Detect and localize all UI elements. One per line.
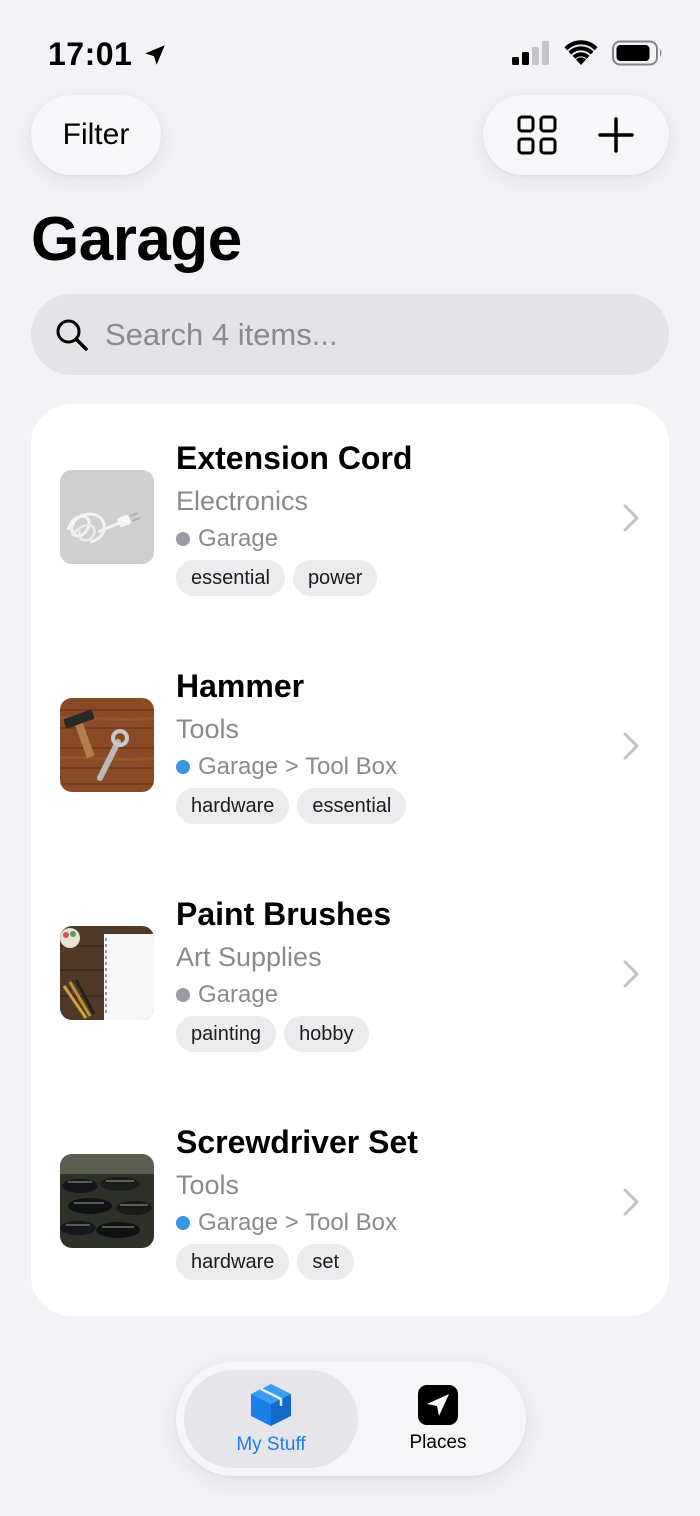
screen: 17:01 Filter Garage Search 4 items... Ex…: [0, 0, 700, 1516]
status-time-text: 17:01: [48, 36, 133, 72]
item-thumbnail-hammer: [60, 698, 154, 792]
tag: hardware: [176, 1244, 290, 1280]
item-category: Art Supplies: [176, 942, 322, 972]
item-category: Electronics: [176, 486, 309, 516]
page-title: Garage: [31, 205, 242, 274]
plus-icon: [597, 117, 634, 153]
search-input[interactable]: [105, 316, 605, 353]
cellular-signal-icon: [512, 41, 549, 65]
location-dot: [176, 760, 190, 774]
grid-icon: [517, 115, 556, 155]
tag: hobby: [284, 1016, 369, 1052]
item-location: Garage > Tool Box: [176, 1209, 397, 1237]
tab-places-label: Places: [409, 1432, 467, 1453]
item-category: Tools: [176, 714, 240, 744]
item-name: Hammer: [176, 668, 305, 704]
item-location-text: Garage: [198, 525, 279, 552]
item-tags: hardware essential: [176, 788, 407, 824]
item-tags: hardware set: [176, 1244, 355, 1280]
item-thumbnail-screwdriver-set: [60, 1154, 154, 1248]
item-tags: painting hobby: [176, 1016, 369, 1052]
location-dot: [176, 988, 190, 1002]
tag: set: [297, 1244, 355, 1280]
item-name: Paint Brushes: [176, 896, 392, 932]
items-list: Extension Cord Electronics Garage essent…: [31, 404, 669, 1316]
item-tags: essential power: [176, 560, 378, 596]
item-category: Tools: [176, 1170, 240, 1200]
location-arrow-icon: [145, 44, 166, 65]
item-location: Garage: [176, 981, 278, 1009]
wifi-icon: [564, 40, 598, 65]
location-dot: [176, 532, 190, 546]
add-item-button[interactable]: [586, 105, 646, 165]
list-item[interactable]: Screwdriver Set Tools Garage > Tool Box …: [31, 1088, 669, 1316]
item-location-text: Garage > Tool Box: [198, 1209, 398, 1236]
tab-bar: My Stuff Places: [176, 1362, 526, 1476]
battery-icon: [612, 40, 662, 66]
tag: hardware: [176, 788, 290, 824]
tag: essential: [176, 560, 285, 596]
item-name: Screwdriver Set: [176, 1124, 418, 1160]
location-arrow-icon: [418, 1385, 458, 1425]
item-location-text: Garage > Tool Box: [198, 753, 398, 780]
tag: essential: [297, 788, 407, 824]
search-bar[interactable]: [31, 294, 669, 375]
item-thumbnail-paint-brushes: [60, 926, 154, 1020]
location-dot: [176, 1216, 190, 1230]
filter-button[interactable]: Filter: [31, 95, 161, 175]
chevron-right-icon: [623, 960, 639, 988]
filter-label: Filter: [62, 118, 130, 151]
list-item[interactable]: Paint Brushes Art Supplies Garage painti…: [31, 860, 669, 1088]
tag: painting: [176, 1016, 277, 1052]
status-bar-time: 17:01: [48, 36, 168, 73]
cube-icon: [251, 1384, 291, 1426]
item-location: Garage: [176, 525, 278, 553]
tab-my-stuff[interactable]: My Stuff: [184, 1370, 358, 1468]
tab-my-stuff-label: My Stuff: [236, 1434, 306, 1455]
tag: power: [292, 560, 378, 596]
status-bar-indicators: [512, 40, 664, 66]
chevron-right-icon: [623, 732, 639, 760]
list-item[interactable]: Extension Cord Electronics Garage essent…: [31, 404, 669, 632]
grid-view-button[interactable]: [507, 105, 567, 165]
chevron-right-icon: [623, 1188, 639, 1216]
item-thumbnail-extension-cord: [60, 470, 154, 564]
search-icon: [56, 319, 88, 351]
item-name: Extension Cord: [176, 440, 413, 476]
toolbar-actions: [483, 95, 669, 175]
item-location-text: Garage: [198, 981, 279, 1008]
tab-places[interactable]: Places: [358, 1370, 518, 1468]
item-location: Garage > Tool Box: [176, 753, 397, 781]
chevron-right-icon: [623, 504, 639, 532]
list-item[interactable]: Hammer Tools Garage > Tool Box hardware …: [31, 632, 669, 860]
